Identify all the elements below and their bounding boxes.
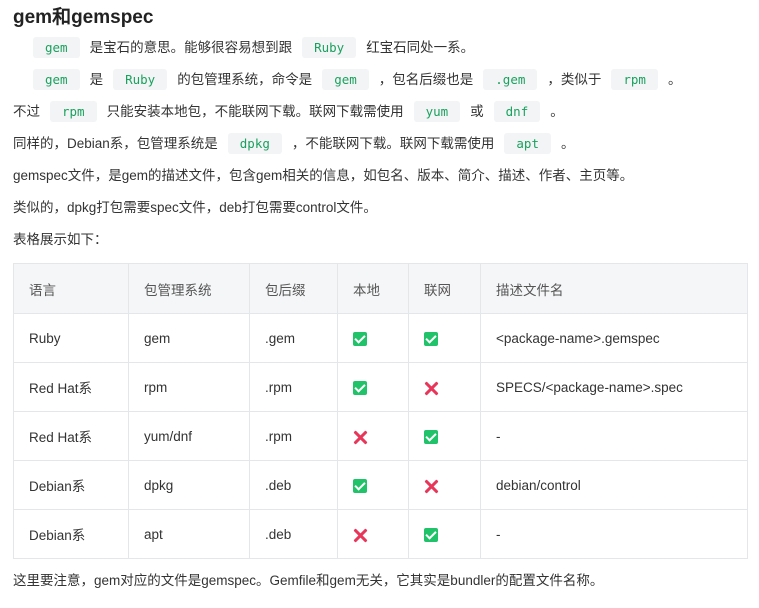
cross-icon [424, 479, 438, 493]
check-icon [424, 527, 438, 542]
text: 同样的，Debian系，包管理系统是 [13, 136, 218, 151]
check-icon [424, 331, 438, 346]
check-icon [353, 331, 367, 346]
inline-code: gem [33, 68, 80, 90]
column-header-local: 本地 [337, 263, 409, 314]
text: 只能安装本地包，不能联网下载。联网下载需使用 [106, 104, 404, 119]
cell-language: Red Hat系 [13, 411, 129, 461]
cell-local [337, 362, 409, 412]
inline-code: rpm [50, 100, 97, 122]
text: 的包管理系统，命令是 [177, 72, 313, 87]
text: 红宝石同处一系。 [366, 40, 475, 55]
table-row: Red Hat系 yum/dnf .rpm - [13, 411, 748, 461]
cell-package-manager: gem [128, 313, 250, 363]
cell-language: Debian系 [13, 460, 129, 510]
footer-note: 这里要注意，gem对应的文件是gemspec。Gemfile和gem无关，它其实… [13, 573, 604, 588]
inline-code: yum [413, 100, 461, 122]
cross-icon [353, 430, 367, 444]
cell-network [408, 362, 481, 412]
cell-extension: .rpm [249, 411, 338, 461]
paragraph-1: gem 是宝石的意思。能够很容易想到跟 Ruby 红宝石同处一系。 [13, 32, 746, 64]
paragraph-5: gemspec文件，是gem的描述文件，包含gem相关的信息，如包名、版本、简介… [13, 168, 634, 183]
cell-network [408, 313, 481, 363]
cell-network [408, 509, 481, 559]
text: ，包名后缀也是 [378, 72, 474, 87]
comparison-table: 语言 包管理系统 包后缀 本地 联网 描述文件名 Ruby gem .gem <pac… [13, 263, 748, 559]
inline-code: .gem [483, 68, 538, 90]
table-header-row: 语言 包管理系统 包后缀 本地 联网 描述文件名 [13, 263, 748, 314]
cell-language: Debian系 [13, 509, 129, 559]
paragraph-6: 类似的，dpkg打包需要spec文件，deb打包需要control文件。 [13, 200, 377, 215]
cell-local [337, 313, 409, 363]
cross-icon [424, 381, 438, 395]
inline-code: Ruby [113, 68, 168, 90]
cross-icon [353, 528, 367, 542]
cell-local [337, 509, 409, 559]
text: 。 [667, 72, 682, 87]
inline-code: dpkg [227, 132, 282, 154]
table-row: Ruby gem .gem <package-name>.gemspec [13, 313, 748, 363]
paragraph-2: gem 是 Ruby 的包管理系统，命令是 gem ，包名后缀也是 .gem ，类似于 rpm 。 [13, 64, 746, 96]
cell-package-manager: dpkg [128, 460, 250, 510]
paragraph-7: 表格展示如下： [13, 232, 108, 247]
inline-code: gem [33, 36, 80, 58]
cell-desc-file: SPECS/<package-name>.spec [480, 362, 748, 412]
cell-network [408, 460, 481, 510]
paragraph-4: 同样的，Debian系，包管理系统是 dpkg ，不能联网下载。联网下载需使用 apt… [13, 128, 746, 160]
cell-package-manager: rpm [128, 362, 250, 412]
text: 是宝石的意思。能够很容易想到跟 [89, 40, 293, 55]
text: ，类似于 [547, 72, 602, 87]
cell-extension: .rpm [249, 362, 338, 412]
column-header-desc-file: 描述文件名 [480, 263, 748, 314]
cell-extension: .gem [249, 313, 338, 363]
column-header-package-manager: 包管理系统 [128, 263, 250, 314]
check-icon [353, 478, 367, 493]
text: 。 [560, 136, 575, 151]
inline-code: apt [504, 132, 551, 154]
text: 不过 [13, 104, 40, 119]
paragraph-3: 不过 rpm 只能安装本地包，不能联网下载。联网下载需使用 yum 或 dnf 。 [13, 96, 746, 128]
table-row: Debian系 apt .deb - [13, 509, 748, 559]
cell-local [337, 411, 409, 461]
cell-desc-file: - [480, 411, 748, 461]
cell-desc-file: debian/control [480, 460, 748, 510]
text: 。 [550, 104, 564, 119]
cell-desc-file: - [480, 509, 748, 559]
page-title: gem和gemspec [13, 7, 154, 28]
column-header-extension: 包后缀 [249, 263, 338, 314]
cell-local [337, 460, 409, 510]
cell-network [408, 411, 481, 461]
cell-extension: .deb [249, 509, 338, 559]
inline-code: dnf [493, 100, 541, 122]
inline-code: Ruby [302, 36, 357, 58]
cell-language: Ruby [13, 313, 129, 363]
cell-desc-file: <package-name>.gemspec [480, 313, 748, 363]
check-icon [353, 380, 367, 395]
check-icon [424, 429, 438, 444]
cell-package-manager: apt [128, 509, 250, 559]
cell-extension: .deb [249, 460, 338, 510]
cell-package-manager: yum/dnf [128, 411, 250, 461]
column-header-language: 语言 [13, 263, 129, 314]
column-header-network: 联网 [408, 263, 481, 314]
article: gem和gemspec gem 是宝石的意思。能够很容易想到跟 Ruby 红宝石同处一… [0, 0, 759, 597]
text: 是 [89, 72, 104, 87]
table-row: Red Hat系 rpm .rpm SPECS/<package-name>.spec [13, 362, 748, 412]
inline-code: gem [322, 68, 369, 90]
text: ，不能联网下载。联网下载需使用 [291, 136, 495, 151]
cell-language: Red Hat系 [13, 362, 129, 412]
table-row: Debian系 dpkg .deb debian/control [13, 460, 748, 510]
text: 或 [470, 104, 484, 119]
inline-code: rpm [611, 68, 658, 90]
